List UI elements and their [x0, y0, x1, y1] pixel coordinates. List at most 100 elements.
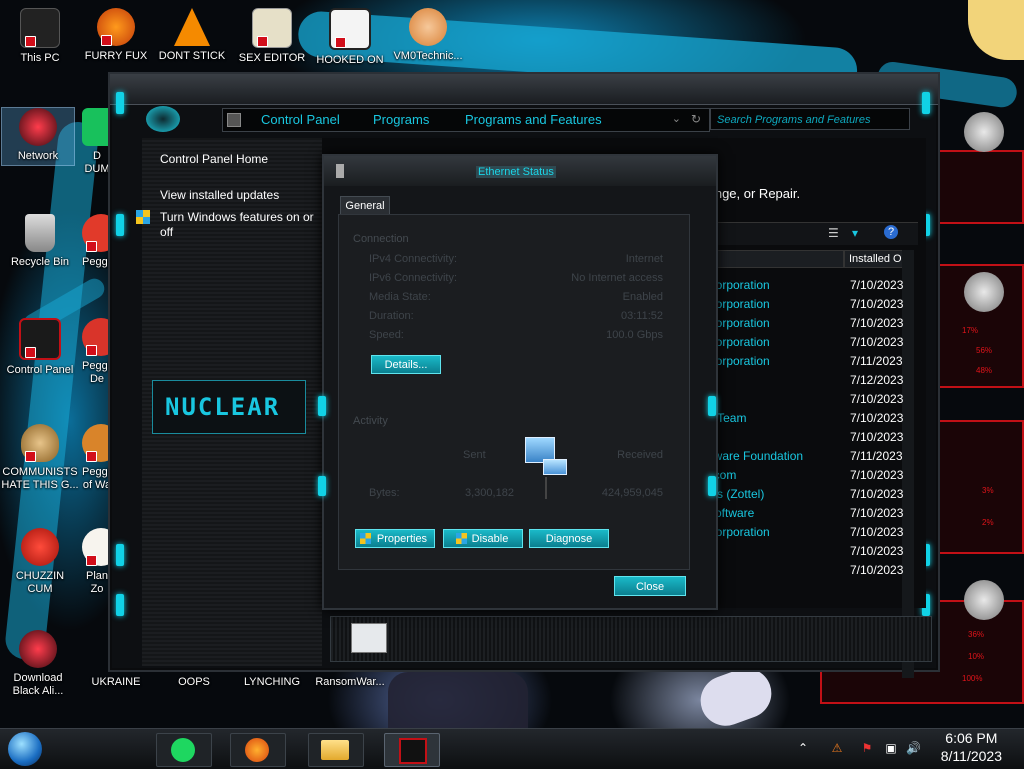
nuclear-logo-panel: NUCLEAR [152, 380, 306, 434]
wallpaper-character [388, 672, 528, 728]
gauge-panel [928, 420, 1024, 554]
taskbar-file-explorer-button[interactable] [308, 733, 364, 767]
desktop-icon-this-pc[interactable]: This PC [4, 8, 76, 65]
desktop-icon-label: UKRAINE [91, 676, 141, 688]
desktop-icon-download-black-alien[interactable]: Download Black Ali... [2, 630, 74, 698]
folder-icon [321, 740, 349, 760]
desktop-icon-dont-stick[interactable]: DONT STICK [156, 8, 228, 63]
disable-button-label: Disable [471, 533, 509, 545]
window-titlebar[interactable] [110, 74, 938, 105]
desktop-icon-label: RansomWar... [315, 676, 385, 688]
connection-group-label: Connection [353, 233, 409, 245]
publisher-cell: ftware Foundation [707, 449, 804, 463]
view-installed-updates-link[interactable]: View installed updates [160, 188, 279, 202]
recycle-bin-icon [25, 214, 55, 252]
firefox-icon [97, 8, 135, 46]
desktop-icon-label: OOPS [178, 676, 210, 688]
gauge-value: 10% [968, 652, 985, 661]
gauge-value: 100% [962, 674, 983, 683]
chevron-down-icon[interactable]: ▾ [852, 226, 858, 240]
network-icon [19, 108, 57, 146]
media-state-label: Media State: [369, 291, 431, 303]
desktop-icon-lynching[interactable]: LYNCHING [236, 676, 308, 689]
address-bar[interactable]: Control Panel Programs Programs and Feat… [222, 108, 710, 132]
activity-group-label: Activity [353, 415, 388, 427]
desktop-icon-label: D DUM [84, 150, 110, 175]
desktop-icon-ransomware[interactable]: RansomWar... [314, 676, 386, 689]
close-button[interactable]: Close [614, 576, 686, 596]
installed-date-cell: 7/11/2023 [850, 354, 903, 368]
media-state-value: Enabled [622, 291, 663, 303]
ipv4-connectivity-label: IPv4 Connectivity: [369, 253, 458, 265]
app-tray-icon[interactable]: ⚠ [830, 741, 844, 755]
desktop-icon-network[interactable]: Network [1, 107, 75, 166]
desktop-icon-communists[interactable]: COMMUNISTS HATE THIS G... [0, 424, 80, 492]
diagnose-button[interactable]: Diagnose [529, 529, 609, 548]
start-button[interactable] [8, 732, 42, 766]
taskbar-spotify-button[interactable] [156, 733, 212, 767]
disable-button[interactable]: Disable [443, 529, 523, 548]
desktop-icon-ukraine[interactable]: UKRAINE [80, 676, 152, 689]
bytes-received-value: 424,959,045 [601, 487, 663, 499]
taskbar-control-panel-button[interactable] [384, 733, 440, 767]
installed-date-cell: 7/10/2023 [850, 392, 904, 406]
installed-date-cell: 7/10/2023 [850, 297, 904, 311]
network-adapter-icon [336, 164, 344, 178]
network-computers-icon [543, 459, 567, 475]
properties-button[interactable]: Properties [355, 529, 435, 548]
control-panel-home-link[interactable]: Control Panel Home [160, 152, 268, 166]
security-tray-icon[interactable]: ⚑ [860, 741, 874, 755]
control-panel-icon [19, 318, 61, 360]
back-forward-icon[interactable] [146, 106, 180, 132]
chevron-down-icon[interactable]: ⌄ [672, 112, 681, 125]
gauge-panel [928, 150, 1024, 224]
refresh-icon[interactable]: ↻ [691, 112, 701, 126]
desktop-icon-chuzzin-cum[interactable]: CHUZZIN CUM [4, 528, 76, 596]
desktop-icon-sex-editor[interactable]: SEX EDITOR [236, 8, 308, 65]
duration-label: Duration: [369, 310, 414, 322]
column-header-publisher[interactable] [706, 250, 844, 268]
left-navigation-pane: Control Panel Home View installed update… [136, 138, 322, 666]
network-tray-icon[interactable]: ▣ [884, 741, 898, 755]
windows-features-link[interactable]: Turn Windows features on or off [160, 210, 320, 240]
desktop-icon-hooked-on[interactable]: HOOKED ON [314, 8, 386, 67]
ethernet-status-dialog: Ethernet Status General Connection IPv4 … [318, 154, 718, 610]
breadcrumb-programs-and-features[interactable]: Programs and Features [465, 112, 602, 127]
control-panel-small-icon [227, 113, 241, 127]
list-scrollbar[interactable] [902, 250, 914, 678]
search-input[interactable]: Search Programs and Features [710, 108, 910, 130]
shield-icon [360, 533, 371, 544]
dialog-titlebar[interactable]: Ethernet Status [324, 156, 716, 186]
general-tab-panel: Connection IPv4 Connectivity: Internet I… [338, 214, 690, 570]
installed-date-cell: 7/10/2023 [850, 544, 904, 558]
desktop-icon-vm0technic[interactable]: VM0Technic... [392, 8, 464, 63]
doctor-avatar-icon [409, 8, 447, 46]
desktop-icon-furry-fux[interactable]: FURRY FUX [80, 8, 152, 63]
installed-date-cell: 7/10/2023 [850, 487, 904, 501]
view-options-icon[interactable]: ☰ [828, 226, 839, 240]
gauge-value: 36% [968, 630, 985, 639]
volume-icon[interactable]: 🔊 [906, 741, 921, 755]
installed-date-cell: 7/10/2023 [850, 278, 904, 292]
column-header-installed-on[interactable]: Installed O [844, 250, 906, 268]
breadcrumb-control-panel[interactable]: Control Panel [261, 112, 340, 127]
app-icon [329, 8, 371, 50]
desktop-icon-oops[interactable]: OOPS [158, 676, 230, 689]
tab-general[interactable]: General [340, 196, 390, 215]
installed-date-cell: 7/10/2023 [850, 430, 904, 444]
show-hidden-icons-icon[interactable]: ⌃ [796, 741, 810, 755]
installed-date-cell: 7/12/2023 [850, 373, 904, 387]
nuclear-logo-text: NUCLEAR [165, 393, 281, 421]
desktop-icon-recycle-bin[interactable]: Recycle Bin [4, 214, 76, 269]
help-icon[interactable]: ? [884, 225, 898, 239]
duration-value: 03:11:52 [620, 310, 663, 322]
taskbar-firefox-button[interactable] [230, 733, 286, 767]
list-toolbar: ☰ ▾ ? [706, 222, 918, 245]
breadcrumb-programs[interactable]: Programs [373, 112, 429, 127]
desktop-icon-label: DONT STICK [158, 50, 226, 62]
chuzzle-icon [21, 528, 59, 566]
ipv4-connectivity-value: Internet [625, 253, 663, 265]
details-button[interactable]: Details... [371, 355, 441, 374]
desktop-icon-control-panel[interactable]: Control Panel [4, 318, 76, 377]
system-clock[interactable]: 6:06 PM 8/11/2023 [941, 729, 1002, 765]
